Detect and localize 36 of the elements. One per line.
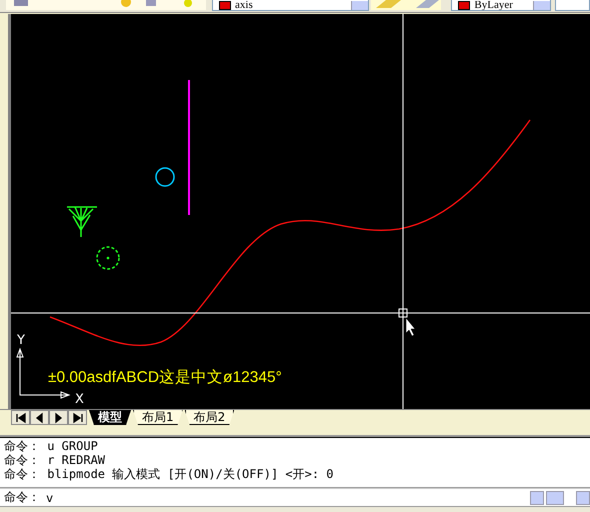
circle <box>155 167 175 187</box>
last-tab-button[interactable] <box>68 410 87 425</box>
tree-symbol-drawing <box>66 206 98 238</box>
color-dropdown[interactable]: ByLayer <box>451 0 552 11</box>
command-input[interactable]: v <box>40 489 530 506</box>
arrow-icon <box>14 412 26 424</box>
annotation-text: ±0.00asdfABCD这是中文ø12345° <box>48 369 282 386</box>
command-prompt: 命令： <box>0 489 40 506</box>
layer-tools-icon[interactable] <box>371 0 442 10</box>
scroll-left-icon[interactable] <box>530 490 544 504</box>
axis-label: X <box>75 392 84 407</box>
arrow-icon <box>52 412 64 424</box>
center-dot <box>106 256 110 260</box>
arrow-icon <box>34 412 46 424</box>
command-history-line: 命令： u GROUP <box>4 439 99 453</box>
command-history-line: 命令： r REDRAW <box>4 453 106 467</box>
command-history-line: 命令： blipmode 输入模式 [开(ON)/关(OFF)] <开>: 0 <box>4 467 335 481</box>
dashed-circle <box>96 246 120 270</box>
color-swatch-icon <box>219 0 231 10</box>
layout-tab[interactable]: 布局1 <box>133 410 183 425</box>
next-tab-button[interactable] <box>49 410 68 425</box>
axis-label: Y <box>17 333 25 348</box>
layer-dropdown[interactable]: axis <box>212 0 370 11</box>
scroll-thumb[interactable] <box>546 490 564 504</box>
cursor-arrow-icon <box>406 318 416 336</box>
previous-tab-button[interactable] <box>30 410 49 425</box>
arrow-icon <box>72 412 84 424</box>
horizontal-scrollbar[interactable] <box>530 489 590 506</box>
color-swatch-icon <box>458 0 470 10</box>
linetype-dropdown[interactable] <box>555 0 590 11</box>
first-tab-button[interactable] <box>11 410 30 425</box>
layout-tab[interactable]: 布局2 <box>184 410 234 425</box>
layout-tab[interactable]: 模型 <box>89 410 131 425</box>
toolbar-icons-drawing[interactable] <box>6 0 206 10</box>
scroll-right-icon[interactable] <box>576 490 590 504</box>
pickbox-icon[interactable] <box>398 308 408 318</box>
